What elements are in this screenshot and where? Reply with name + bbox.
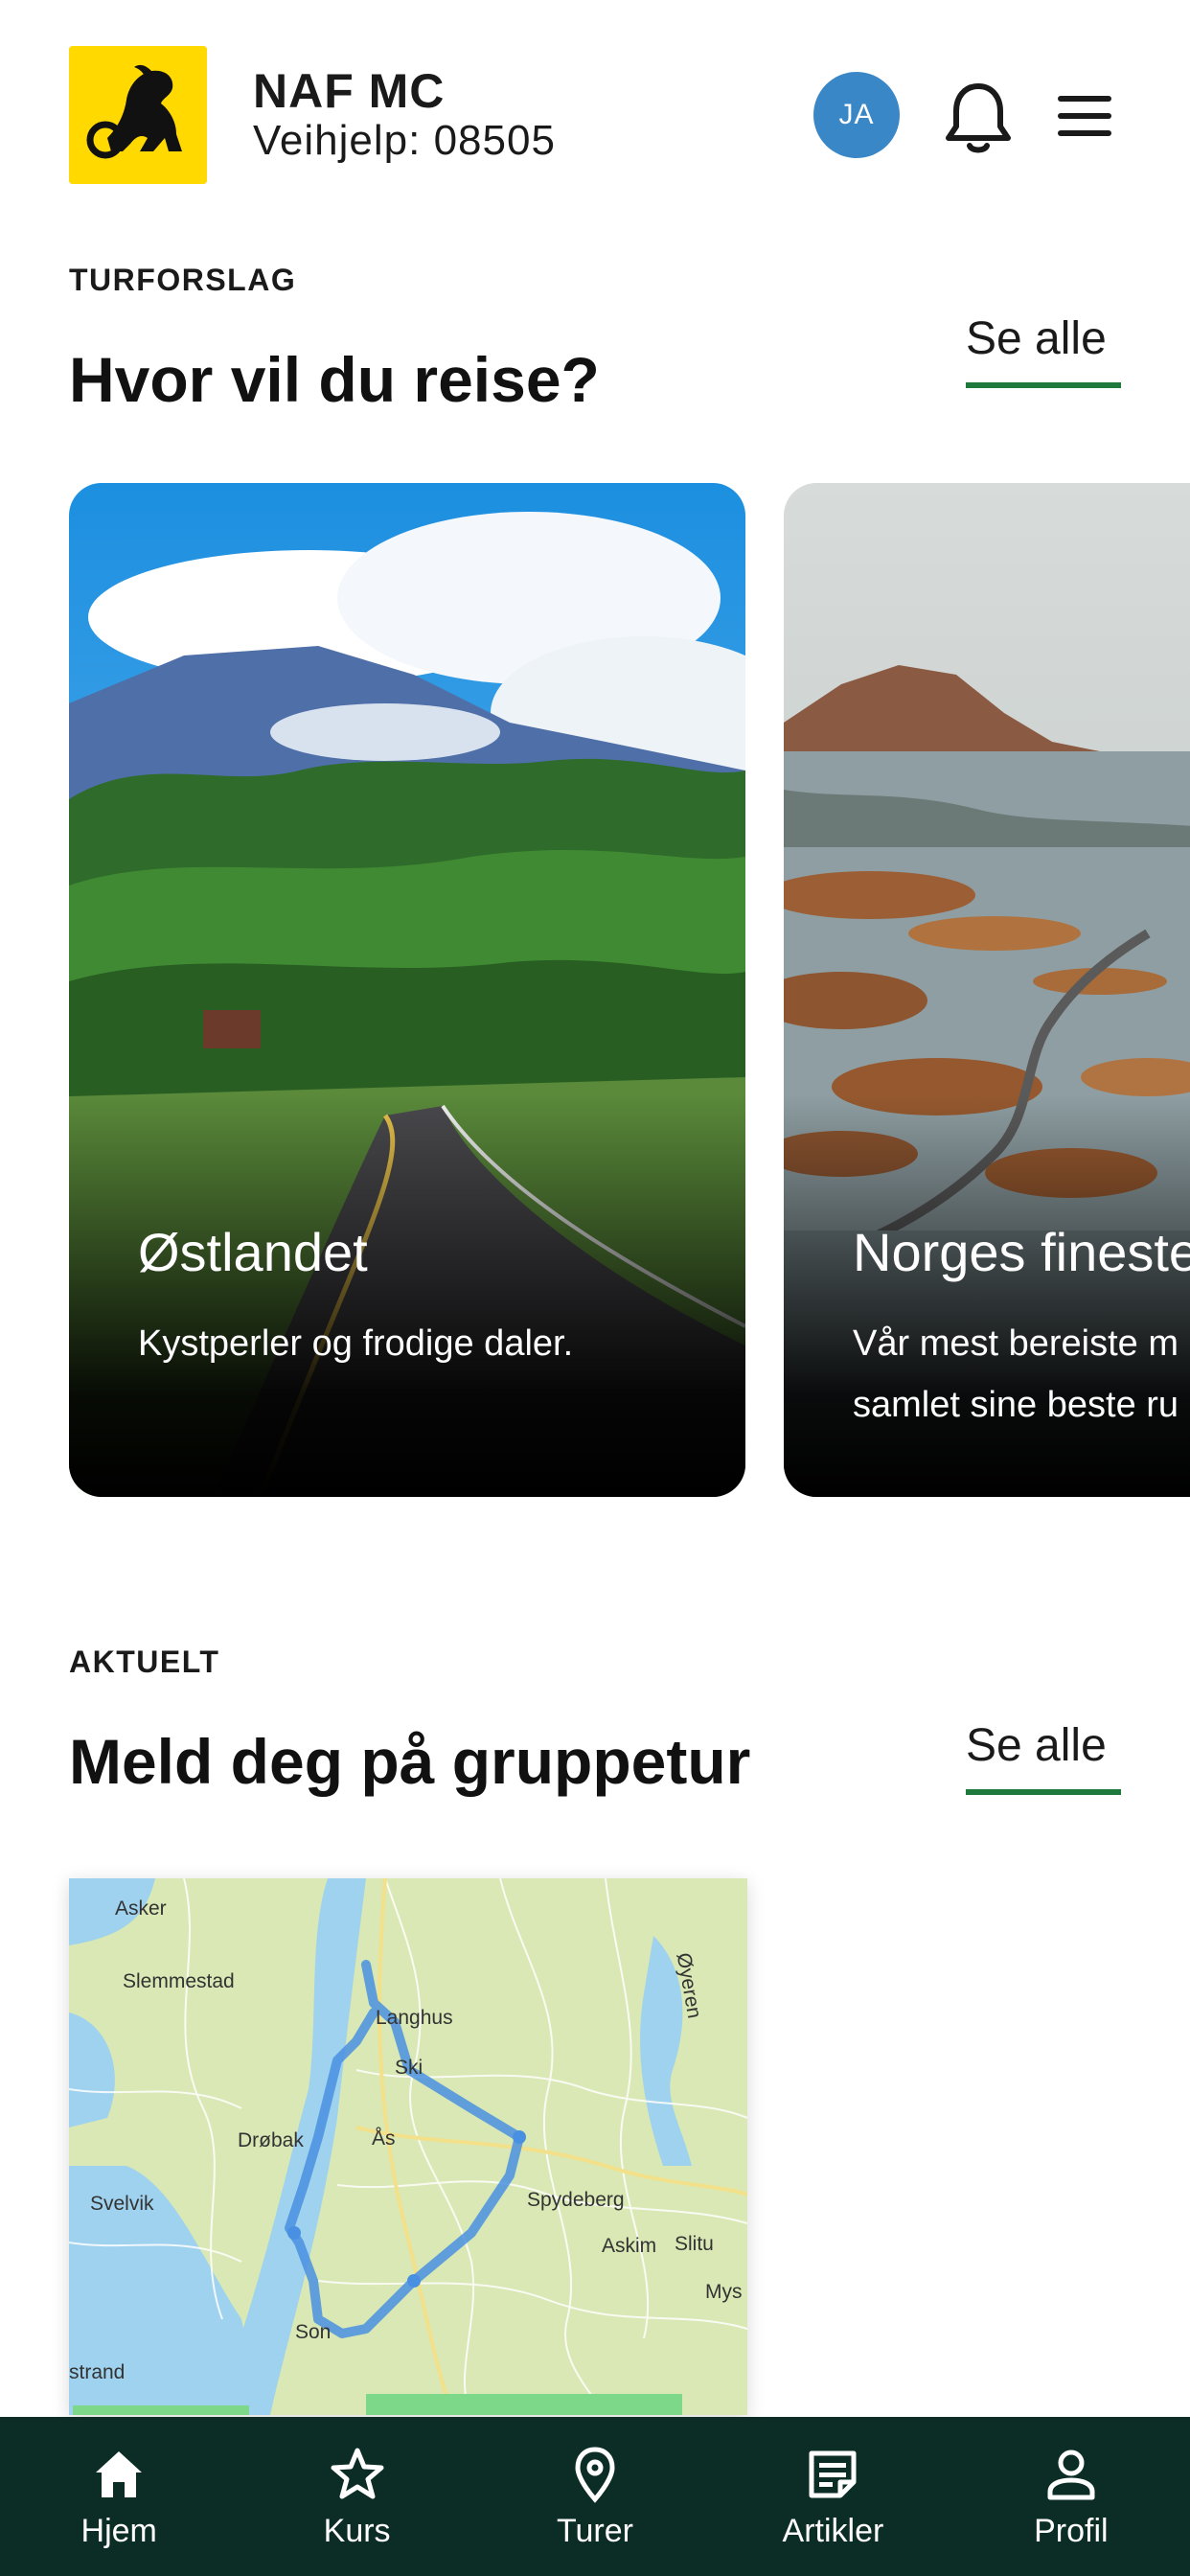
card-title: Norges fineste xyxy=(853,1222,1190,1282)
nav-label: Turer xyxy=(557,2513,633,2549)
see-all-destinations-link[interactable]: Se alle xyxy=(966,312,1121,388)
card-description: Kystperler og frodige daler. xyxy=(138,1323,574,1364)
hamburger-menu-icon xyxy=(1058,96,1111,136)
person-icon xyxy=(1047,2450,1095,2500)
home-icon xyxy=(96,2451,143,2497)
section-kicker-turforslag: TURFORSLAG xyxy=(69,263,297,297)
route-map-image xyxy=(69,1878,747,2415)
map-place-label: Langhus xyxy=(376,2007,453,2029)
article-icon xyxy=(809,2450,857,2498)
bell-icon xyxy=(946,83,1011,153)
destination-card-ostlandet[interactable]: Østlandet Kystperler og frodige daler. xyxy=(69,483,745,1497)
map-place-label: Son xyxy=(295,2321,332,2343)
nav-item-profil[interactable]: Profil xyxy=(952,2417,1190,2576)
map-place-label: strand xyxy=(69,2361,126,2383)
map-place-label: Drøbak xyxy=(238,2129,304,2151)
map-place-label: Spydeberg xyxy=(527,2189,625,2211)
nav-item-kurs[interactable]: Kurs xyxy=(238,2417,475,2576)
lion-logo-icon xyxy=(69,46,207,184)
group-ride-card[interactable]: Asker Slemmestad Langhus Ski Øyeren Drøb… xyxy=(69,1878,747,2415)
bottom-navigation: Hjem Kurs Turer Artikler Profil xyxy=(0,2417,1190,2576)
card-gradient-overlay xyxy=(784,1094,1190,1497)
section-title-destinations: Hvor vil du reise? xyxy=(69,344,600,415)
card-title: Østlandet xyxy=(138,1222,368,1282)
avatar[interactable]: JA xyxy=(813,72,900,158)
map-place-label: Asker xyxy=(115,1898,167,1920)
brand-title: NAF MC xyxy=(253,64,446,118)
map-place-label: Mys xyxy=(705,2281,743,2303)
nav-item-hjem[interactable]: Hjem xyxy=(0,2417,238,2576)
nav-label: Hjem xyxy=(80,2513,157,2549)
map-place-label: Askim xyxy=(602,2235,657,2257)
map-place-label: Slemmestad xyxy=(123,1970,235,1992)
map-place-label: Ås xyxy=(372,2128,396,2150)
section-kicker-aktuelt: AKTUELT xyxy=(69,1644,220,1679)
section-title-group-rides: Meld deg på gruppetur xyxy=(69,1726,751,1797)
app-header: NAF MC Veihjelp: 08505 JA xyxy=(0,0,1190,230)
see-all-group-rides-link[interactable]: Se alle xyxy=(966,1719,1121,1795)
nav-label: Profil xyxy=(1034,2513,1109,2549)
nav-item-turer[interactable]: Turer xyxy=(476,2417,714,2576)
card-gradient-overlay xyxy=(69,1094,745,1497)
map-place-label: Svelvik xyxy=(90,2193,154,2215)
menu-button[interactable] xyxy=(1054,94,1115,138)
map-place-label: Ski xyxy=(395,2057,423,2079)
roadside-assistance-number[interactable]: Veihjelp: 08505 xyxy=(253,117,556,165)
map-pin-icon xyxy=(575,2447,615,2503)
naf-logo[interactable] xyxy=(69,46,207,184)
card-description: Vår mest bereiste m samlet sine beste ru xyxy=(853,1323,1179,1425)
nav-label: Kurs xyxy=(323,2513,391,2549)
destination-card-norges-fineste[interactable]: Norges fineste Vår mest bereiste m samle… xyxy=(784,483,1190,1497)
star-icon xyxy=(331,2448,384,2499)
map-place-label: Slitu xyxy=(675,2233,714,2255)
nav-label: Artikler xyxy=(782,2513,884,2549)
nav-item-artikler[interactable]: Artikler xyxy=(714,2417,951,2576)
notification-button[interactable] xyxy=(943,79,1014,155)
